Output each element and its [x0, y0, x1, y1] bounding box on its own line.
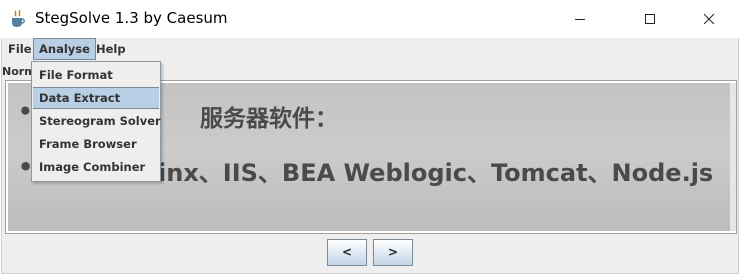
image-text-line1: 服务器软件：	[200, 106, 338, 132]
menu-file[interactable]: File	[3, 38, 37, 60]
menu-item-data-extract[interactable]: Data Extract	[33, 87, 159, 109]
menu-item-file-format[interactable]: File Format	[33, 64, 159, 86]
menu-item-image-combiner[interactable]: Image Combiner	[33, 156, 159, 178]
image-text-line2: inx、IIS、BEA Weblogic、Tomcat、Node.js	[158, 159, 714, 187]
window-title: StegSolve 1.3 by Caesum	[35, 9, 228, 27]
window-title-bar: StegSolve 1.3 by Caesum	[0, 0, 740, 38]
java-coffee-cup-icon	[12, 10, 25, 27]
menu-help[interactable]: Help	[91, 38, 131, 60]
close-button[interactable]	[686, 0, 732, 38]
previous-button[interactable]: <	[327, 239, 367, 266]
minimize-icon	[575, 19, 585, 20]
next-button[interactable]: >	[373, 239, 413, 266]
maximize-button[interactable]	[627, 0, 673, 38]
menu-item-stereogram-solver[interactable]: Stereogram Solver	[33, 110, 161, 132]
minimize-button[interactable]	[557, 0, 603, 38]
close-icon	[703, 13, 715, 25]
menu-item-frame-browser[interactable]: Frame Browser	[33, 133, 159, 155]
menu-bar: File Analyse Help	[2, 38, 738, 61]
image-scrollbar[interactable]	[730, 83, 736, 231]
maximize-icon	[645, 14, 655, 24]
analyse-dropdown-menu: File Format Data Extract Stereogram Solv…	[31, 61, 161, 182]
menu-analyse[interactable]: Analyse	[33, 38, 96, 60]
